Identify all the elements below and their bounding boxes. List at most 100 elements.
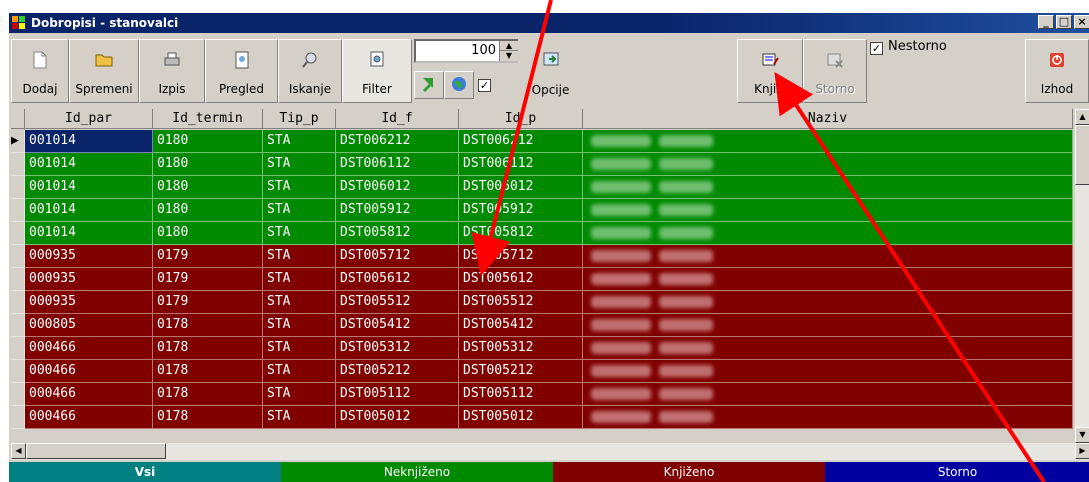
- spremeni-button[interactable]: Spremeni: [69, 39, 139, 103]
- cell-naziv[interactable]: [583, 176, 1073, 199]
- export-button[interactable]: [414, 71, 444, 99]
- hscroll-thumb[interactable]: [26, 443, 166, 459]
- cell-id-p[interactable]: DST005512: [459, 291, 583, 314]
- cell-tip-p[interactable]: STA: [263, 222, 336, 245]
- cell-naziv[interactable]: [583, 337, 1073, 360]
- table-row[interactable]: 000935 0179 STA DST005712 DST005712: [11, 245, 1073, 268]
- col-header-id-p[interactable]: Id_p: [459, 109, 583, 129]
- table-row[interactable]: 000466 0178 STA DST005212 DST005212: [11, 360, 1073, 383]
- cell-naziv[interactable]: [583, 268, 1073, 291]
- cell-id-par[interactable]: 001014: [25, 130, 153, 153]
- cell-id-p[interactable]: DST005412: [459, 314, 583, 337]
- table-row[interactable]: 000466 0178 STA DST005112 DST005112: [11, 383, 1073, 406]
- cell-tip-p[interactable]: STA: [263, 199, 336, 222]
- globe-button[interactable]: [444, 71, 474, 99]
- maximize-button[interactable]: □: [1056, 15, 1072, 29]
- cell-id-f[interactable]: DST005612: [336, 268, 459, 291]
- page-size-spinner[interactable]: 100 ▲ ▼: [414, 39, 520, 63]
- table-row[interactable]: 001014 0180 STA DST005912 DST005912: [11, 199, 1073, 222]
- cell-id-p[interactable]: DST006112: [459, 153, 583, 176]
- scroll-down-icon[interactable]: ▼: [1075, 427, 1089, 443]
- cell-id-p[interactable]: DST005612: [459, 268, 583, 291]
- cell-id-p[interactable]: DST005912: [459, 199, 583, 222]
- cell-tip-p[interactable]: STA: [263, 360, 336, 383]
- cell-naziv[interactable]: [583, 291, 1073, 314]
- cell-id-termin[interactable]: 0180: [153, 130, 263, 153]
- scroll-right-icon[interactable]: ▶: [1075, 443, 1089, 459]
- row-indicator[interactable]: ▶: [11, 130, 25, 153]
- pregled-button[interactable]: Pregled: [205, 39, 278, 103]
- cell-naziv[interactable]: [583, 199, 1073, 222]
- cell-id-termin[interactable]: 0180: [153, 222, 263, 245]
- opcije-button[interactable]: Opcije: [518, 39, 583, 103]
- row-indicator[interactable]: [11, 245, 25, 268]
- table-row[interactable]: 001014 0180 STA DST006112 DST006112: [11, 153, 1073, 176]
- cell-tip-p[interactable]: STA: [263, 153, 336, 176]
- scroll-left-icon[interactable]: ◀: [11, 443, 26, 459]
- cell-id-p[interactable]: DST005812: [459, 222, 583, 245]
- cell-id-par[interactable]: 000935: [25, 291, 153, 314]
- col-header-id-par[interactable]: Id_par: [25, 109, 153, 129]
- cell-id-f[interactable]: DST005012: [336, 406, 459, 429]
- cell-id-p[interactable]: DST006212: [459, 130, 583, 153]
- cell-id-p[interactable]: DST005212: [459, 360, 583, 383]
- cell-id-termin[interactable]: 0180: [153, 199, 263, 222]
- table-row[interactable]: 000466 0178 STA DST005012 DST005012: [11, 406, 1073, 429]
- table-row[interactable]: 000466 0178 STA DST005312 DST005312: [11, 337, 1073, 360]
- cell-id-f[interactable]: DST006112: [336, 153, 459, 176]
- col-header-naziv[interactable]: Naziv: [583, 109, 1073, 129]
- legend-vsi[interactable]: Vsi: [9, 462, 281, 482]
- spin-up-icon[interactable]: ▲: [500, 41, 518, 51]
- horizontal-scrollbar[interactable]: ◀ ▶: [11, 443, 1089, 460]
- table-row[interactable]: 001014 0180 STA DST005812 DST005812: [11, 222, 1073, 245]
- cell-id-f[interactable]: DST005412: [336, 314, 459, 337]
- cell-id-f[interactable]: DST005512: [336, 291, 459, 314]
- cell-id-f[interactable]: DST006012: [336, 176, 459, 199]
- cell-id-par[interactable]: 000466: [25, 383, 153, 406]
- cell-tip-p[interactable]: STA: [263, 314, 336, 337]
- cell-tip-p[interactable]: STA: [263, 130, 336, 153]
- cell-tip-p[interactable]: STA: [263, 383, 336, 406]
- cell-id-f[interactable]: DST005312: [336, 337, 459, 360]
- cell-naziv[interactable]: [583, 245, 1073, 268]
- cell-id-p[interactable]: DST005012: [459, 406, 583, 429]
- row-indicator[interactable]: [11, 314, 25, 337]
- legend-storno[interactable]: Storno: [825, 462, 1089, 482]
- cell-id-f[interactable]: DST005112: [336, 383, 459, 406]
- col-header-tip-p[interactable]: Tip_p: [263, 109, 336, 129]
- cell-tip-p[interactable]: STA: [263, 406, 336, 429]
- cell-naziv[interactable]: [583, 383, 1073, 406]
- toolbar-checkbox[interactable]: ✓: [478, 79, 491, 92]
- cell-id-f[interactable]: DST005212: [336, 360, 459, 383]
- cell-id-termin[interactable]: 0178: [153, 337, 263, 360]
- cell-id-par[interactable]: 000805: [25, 314, 153, 337]
- cell-id-par[interactable]: 000466: [25, 337, 153, 360]
- cell-id-termin[interactable]: 0180: [153, 153, 263, 176]
- vertical-scrollbar[interactable]: ▲ ▼: [1075, 109, 1089, 443]
- table-row[interactable]: 001014 0180 STA DST006012 DST006012: [11, 176, 1073, 199]
- cell-id-p[interactable]: DST006012: [459, 176, 583, 199]
- cell-id-termin[interactable]: 0179: [153, 245, 263, 268]
- cell-id-par[interactable]: 001014: [25, 176, 153, 199]
- row-indicator[interactable]: [11, 222, 25, 245]
- cell-id-par[interactable]: 000466: [25, 360, 153, 383]
- cell-id-p[interactable]: DST005112: [459, 383, 583, 406]
- minimize-button[interactable]: _: [1038, 15, 1054, 29]
- col-header-id-termin[interactable]: Id_termin: [153, 109, 263, 129]
- table-row[interactable]: 000935 0179 STA DST005612 DST005612: [11, 268, 1073, 291]
- cell-id-termin[interactable]: 0180: [153, 176, 263, 199]
- cell-tip-p[interactable]: STA: [263, 268, 336, 291]
- row-indicator[interactable]: [11, 291, 25, 314]
- row-indicator[interactable]: [11, 176, 25, 199]
- filter-button[interactable]: Filter: [342, 39, 412, 103]
- row-indicator[interactable]: [11, 153, 25, 176]
- cell-naziv[interactable]: [583, 360, 1073, 383]
- table-row[interactable]: 000935 0179 STA DST005512 DST005512: [11, 291, 1073, 314]
- cell-naziv[interactable]: [583, 153, 1073, 176]
- row-indicator[interactable]: [11, 360, 25, 383]
- iskanje-button[interactable]: Iskanje: [278, 39, 342, 103]
- knjizi-button[interactable]: Knjiži: [737, 39, 803, 103]
- cell-id-f[interactable]: DST006212: [336, 130, 459, 153]
- cell-id-termin[interactable]: 0178: [153, 383, 263, 406]
- dodaj-button[interactable]: Dodaj: [11, 39, 69, 103]
